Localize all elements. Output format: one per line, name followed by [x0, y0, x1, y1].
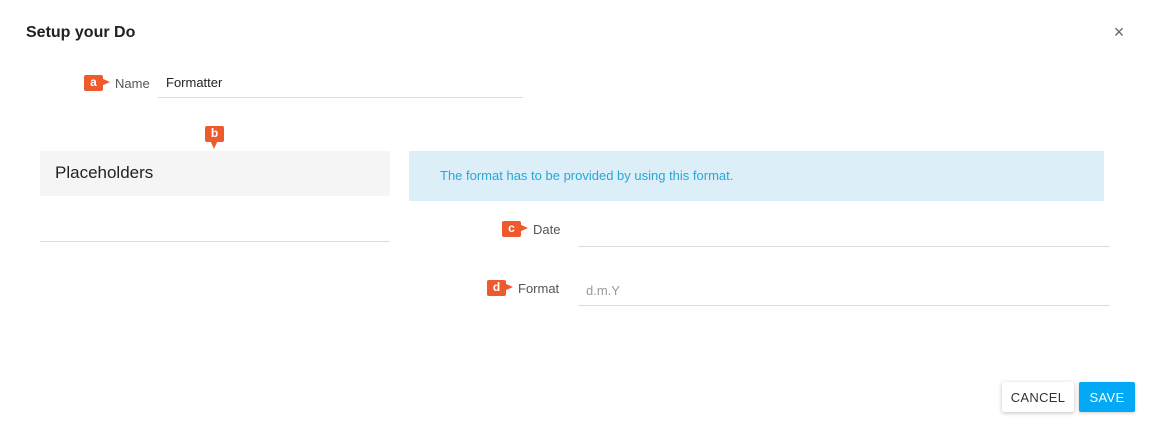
annotation-marker-c: c — [502, 221, 528, 237]
annotation-marker-a: a — [84, 75, 110, 91]
format-label: Format — [518, 281, 560, 296]
annotation-marker-b: b — [205, 126, 224, 149]
name-input[interactable] — [158, 67, 523, 98]
setup-dialog: Setup your Do × a Name b Placeholders Th… — [0, 0, 1150, 428]
dialog-title: Setup your Do — [26, 24, 136, 41]
date-label: Date — [533, 222, 561, 237]
info-banner: The format has to be provided by using t… — [409, 151, 1104, 201]
cancel-button[interactable]: CANCEL — [1002, 382, 1074, 412]
placeholders-panel-title: Placeholders — [40, 151, 390, 196]
save-button[interactable]: SAVE — [1079, 382, 1135, 412]
annotation-marker-d: d — [487, 280, 513, 296]
name-label: Name — [115, 76, 150, 91]
format-input[interactable] — [578, 275, 1110, 306]
date-input[interactable] — [578, 216, 1110, 247]
placeholders-panel: Placeholders — [40, 151, 390, 242]
close-icon[interactable]: × — [1109, 20, 1129, 44]
